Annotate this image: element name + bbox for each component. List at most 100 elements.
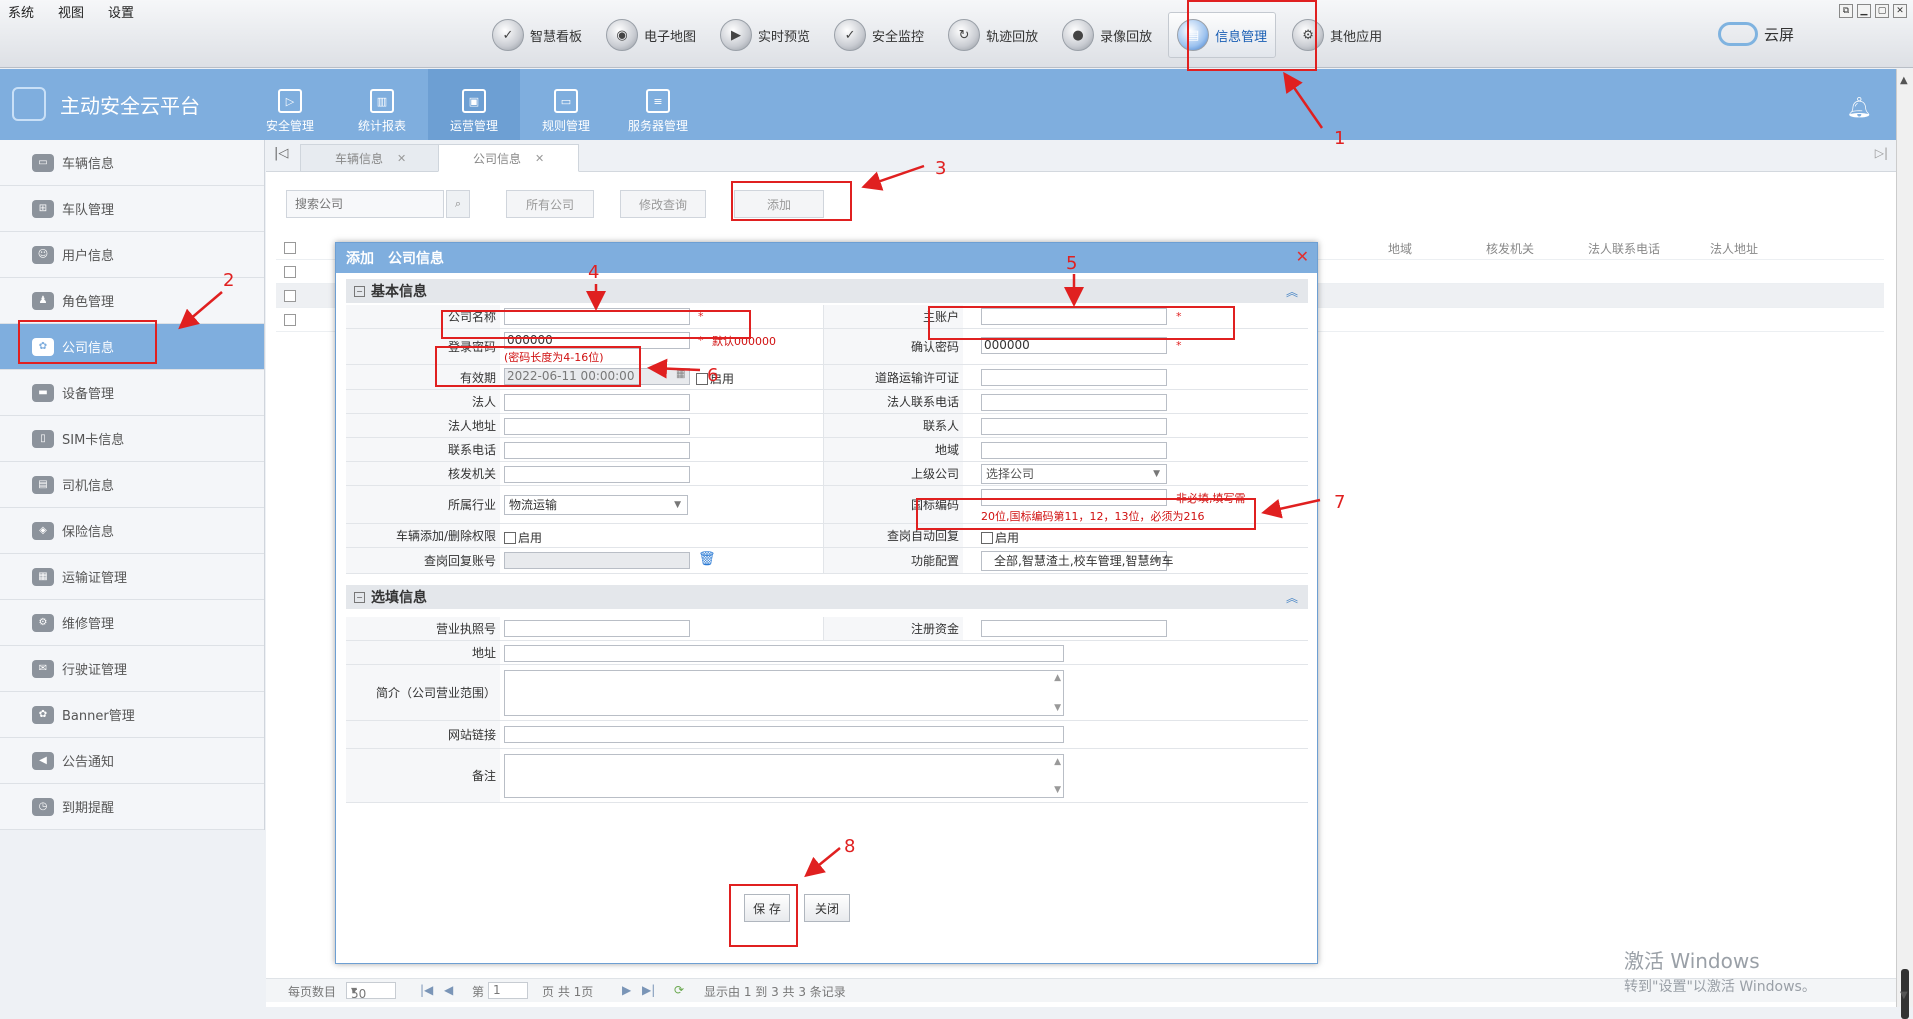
remark-textarea[interactable]: ▲ ▼ (504, 754, 1064, 798)
cloud-screen-button[interactable]: 云屏 (1718, 22, 1794, 46)
menu-view[interactable]: 视图 (58, 2, 84, 21)
scroll-up-icon[interactable]: ▲ (1054, 673, 1061, 683)
all-companies-button[interactable]: 所有公司 (506, 190, 594, 218)
dialog-close-icon[interactable]: ✕ (1296, 247, 1309, 266)
first-page-icon[interactable]: |◀ (420, 983, 433, 997)
sidebar-item[interactable]: ▯ SIM卡信息 (0, 416, 264, 462)
chevron-up-icon[interactable]: ︽ (1286, 589, 1298, 606)
tab-company-info[interactable]: 公司信息 ✕ (438, 144, 580, 172)
scroll-up-icon[interactable]: ▲ (1054, 757, 1061, 767)
sidebar-item[interactable]: ✉ 行驶证管理 (0, 646, 264, 692)
scroll-down-icon[interactable]: ▼ (1054, 785, 1061, 795)
bell-icon[interactable]: 🔔︎ (1847, 95, 1872, 119)
row-checkbox[interactable] (284, 266, 296, 278)
validity-date-input[interactable]: 2022-06-11 00:00:00 (504, 368, 690, 385)
vehicle-permission-checkbox[interactable]: 启用 (504, 529, 542, 546)
business-license-input[interactable] (504, 620, 690, 637)
issuing-authority-input[interactable] (504, 466, 690, 483)
chevron-up-icon[interactable]: ︽ (1286, 283, 1298, 300)
module-tab[interactable]: ▣ 运营管理 (428, 69, 520, 140)
auto-reply-checkbox[interactable]: 启用 (981, 529, 1019, 546)
topnav-item[interactable]: ▶ 实时预览 (712, 12, 818, 58)
topnav-item[interactable]: ↻ 轨迹回放 (940, 12, 1046, 58)
prev-page-icon[interactable]: ◀ (444, 983, 453, 997)
website-input[interactable] (504, 726, 1064, 743)
road-permit-input[interactable] (981, 369, 1167, 386)
last-page-icon[interactable]: ▶| (642, 983, 655, 997)
next-page-icon[interactable]: ▶ (622, 983, 631, 997)
tab-close-icon[interactable]: ✕ (397, 152, 406, 165)
legal-person-input[interactable] (504, 394, 690, 411)
tab-close-icon[interactable]: ✕ (535, 152, 544, 165)
sidebar-item[interactable]: ✿ 公司信息 (0, 324, 264, 370)
add-button[interactable]: 添加 (734, 190, 824, 218)
industry-select[interactable]: 物流运输 ▼ (504, 495, 688, 515)
close-button[interactable]: 关闭 (804, 894, 850, 922)
sidebar-item[interactable]: ▦ 运输证管理 (0, 554, 264, 600)
main-account-input[interactable] (981, 308, 1167, 325)
sidebar-item[interactable]: ▬ 设备管理 (0, 370, 264, 416)
topnav-item[interactable]: ◉ 电子地图 (598, 12, 704, 58)
gb-code-input[interactable] (981, 489, 1167, 506)
restore-icon[interactable]: ⧉ (1839, 4, 1853, 18)
page-scrollbar[interactable]: ▲ ▼ (1896, 69, 1913, 1019)
row-checkbox[interactable] (284, 314, 296, 326)
modify-query-button[interactable]: 修改查询 (620, 190, 706, 218)
module-tab[interactable]: ▭ 规则管理 (520, 69, 612, 140)
search-icon[interactable]: ⌕ (446, 190, 470, 218)
maximize-icon[interactable]: ▢ (1875, 4, 1889, 18)
refresh-icon[interactable]: ⟳ (674, 983, 684, 997)
sidebar-item[interactable]: ⚙ 维修管理 (0, 600, 264, 646)
section-basic-info[interactable]: − 基本信息 ︽ (346, 279, 1308, 303)
topnav-item[interactable]: ✓ 安全监控 (826, 12, 932, 58)
sidebar-item[interactable]: ⊞ 车队管理 (0, 186, 264, 232)
function-config-select[interactable]: 全部,智慧渣土,校车管理,智慧约车 ▼ (981, 551, 1173, 571)
scroll-up-icon[interactable]: ▲ (1900, 75, 1908, 86)
sidebar-item[interactable]: ▤ 司机信息 (0, 462, 264, 508)
module-tab[interactable]: ≡ 服务器管理 (612, 69, 704, 140)
confirm-password-input[interactable]: 000000 (981, 337, 1167, 354)
close-window-icon[interactable]: ✕ (1893, 4, 1907, 18)
page-number-input[interactable]: 1 (488, 982, 528, 999)
section-optional-info[interactable]: − 选填信息 ︽ (346, 585, 1308, 609)
tab-scroll-right-icon[interactable]: ▷| (1875, 146, 1888, 160)
module-tab[interactable]: ▥ 统计报表 (336, 69, 428, 140)
sidebar-item[interactable]: ✿ Banner管理 (0, 692, 264, 738)
registered-capital-input[interactable] (981, 620, 1167, 637)
parent-company-select[interactable]: 选择公司 ▼ (981, 464, 1167, 484)
row-checkbox[interactable] (284, 290, 296, 302)
menu-settings[interactable]: 设置 (108, 2, 134, 21)
calendar-icon[interactable]: ▦ (676, 369, 685, 380)
topnav-item[interactable]: ● 录像回放 (1054, 12, 1160, 58)
sidebar-item[interactable]: ◀ 公告通知 (0, 738, 264, 784)
module-tab[interactable]: ▷ 安全管理 (244, 69, 336, 140)
company-name-input[interactable] (504, 308, 690, 325)
contact-input[interactable] (981, 418, 1167, 435)
contact-phone-input[interactable] (504, 442, 690, 459)
select-all-checkbox[interactable] (284, 242, 296, 254)
region-input[interactable] (981, 442, 1167, 459)
per-page-select[interactable]: 50 ▾ (346, 982, 396, 1001)
tab-vehicle-info[interactable]: 车辆信息 ✕ (300, 144, 442, 172)
collapse-sidebar-icon[interactable]: |◁ (274, 146, 288, 161)
legal-address-input[interactable] (504, 418, 690, 435)
address-input[interactable] (504, 645, 1064, 662)
minimize-icon[interactable]: ▁ (1857, 4, 1871, 18)
topnav-item[interactable]: ⚙ 其他应用 (1284, 12, 1390, 58)
topnav-item[interactable]: ✓ 智慧看板 (484, 12, 590, 58)
intro-textarea[interactable]: ▲ ▼ (504, 670, 1064, 716)
legal-phone-input[interactable] (981, 394, 1167, 411)
sidebar-item[interactable]: ◷ 到期提醒 (0, 784, 264, 830)
menu-system[interactable]: 系统 (8, 2, 34, 21)
trash-icon[interactable]: 🗑︎ (698, 551, 716, 567)
sidebar-item[interactable]: ▭ 车辆信息 (0, 140, 264, 186)
sidebar-item[interactable]: ◈ 保险信息 (0, 508, 264, 554)
save-button[interactable]: 保 存 (744, 894, 790, 922)
search-company-input[interactable] (286, 190, 444, 218)
login-password-input[interactable]: 000000 (504, 332, 690, 349)
topnav-item[interactable]: ▤ 信息管理 (1168, 12, 1277, 58)
scroll-down-icon[interactable]: ▼ (1900, 990, 1908, 1001)
record-summary: 显示由 1 到 3 共 3 条记录 (704, 985, 846, 999)
scroll-down-icon[interactable]: ▼ (1054, 703, 1061, 713)
reply-account-input[interactable] (504, 552, 690, 569)
